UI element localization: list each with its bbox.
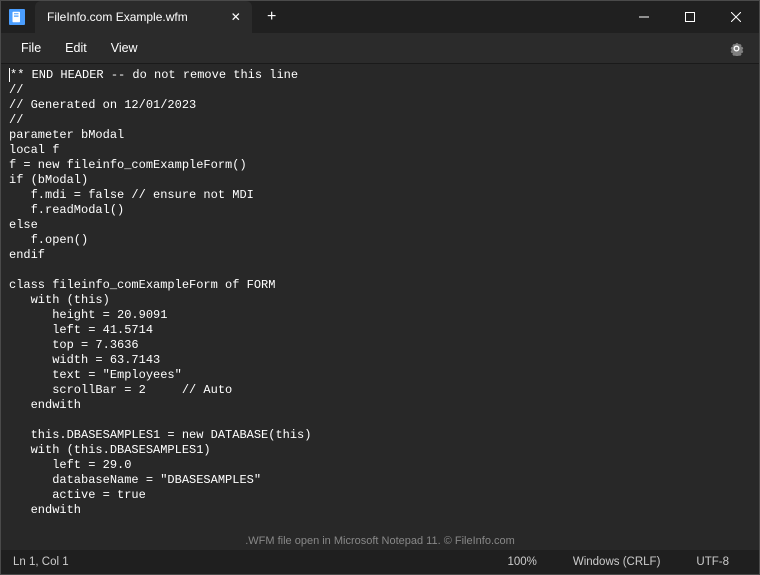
editor-content: ** END HEADER -- do not remove this line… [9,68,311,532]
maximize-button[interactable] [667,1,713,33]
window-controls [621,1,759,33]
watermark-bar: .WFM file open in Microsoft Notepad 11. … [1,532,759,550]
close-button[interactable] [713,1,759,33]
menu-edit[interactable]: Edit [53,37,99,59]
settings-button[interactable] [721,33,751,63]
menubar: File Edit View [1,33,759,63]
app-icon [9,9,25,25]
watermark-text: .WFM file open in Microsoft Notepad 11. … [245,535,515,547]
statusbar: Ln 1, Col 1 100% Windows (CRLF) UTF-8 [1,550,759,574]
menu-view[interactable]: View [99,37,150,59]
new-tab-button[interactable]: + [256,1,288,33]
minimize-button[interactable] [621,1,667,33]
status-line-ending[interactable]: Windows (CRLF) [555,556,679,568]
status-position[interactable]: Ln 1, Col 1 [13,556,489,568]
status-zoom[interactable]: 100% [489,556,554,568]
menu-file[interactable]: File [9,37,53,59]
status-encoding[interactable]: UTF-8 [678,556,747,568]
titlebar: FileInfo.com Example.wfm ✕ + [1,1,759,33]
tab-title: FileInfo.com Example.wfm [47,10,188,24]
file-tab[interactable]: FileInfo.com Example.wfm ✕ [35,1,252,33]
gear-icon [729,41,744,56]
close-tab-icon[interactable]: ✕ [228,9,244,25]
code-editor[interactable]: ** END HEADER -- do not remove this line… [1,63,759,532]
